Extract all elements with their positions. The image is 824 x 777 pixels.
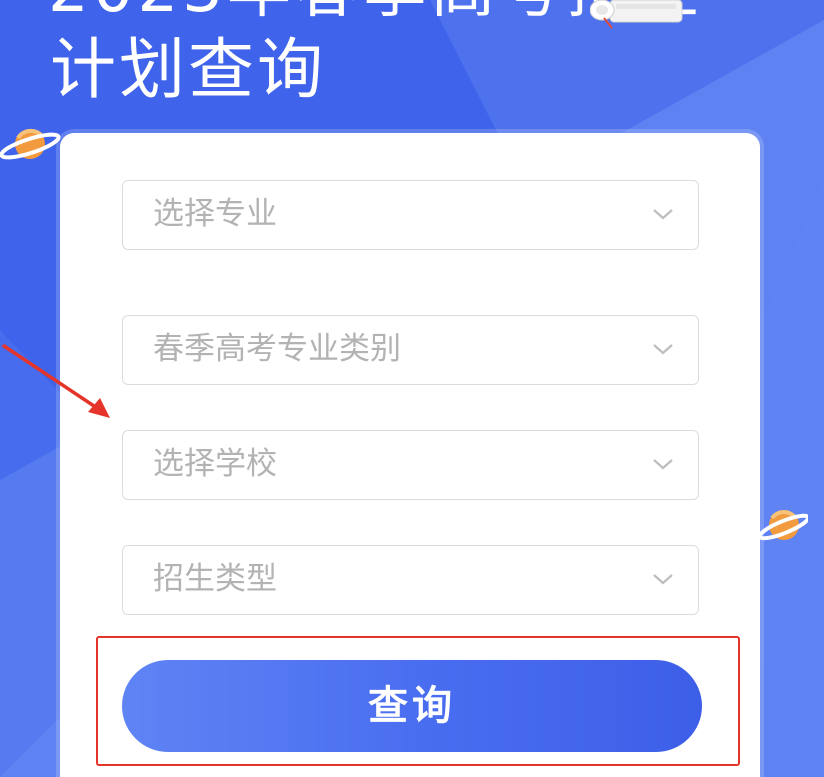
books-icon	[590, 0, 683, 29]
query-button-label: 查询	[368, 683, 456, 729]
major-select[interactable]: 选择专业	[122, 180, 699, 250]
category-select-placeholder: 春季高考专业类别	[153, 331, 401, 367]
major-select-placeholder: 选择专业	[153, 196, 277, 232]
chevron-down-icon	[653, 209, 673, 220]
query-button[interactable]: 查询	[122, 660, 702, 752]
category-select[interactable]: 春季高考专业类别	[122, 315, 699, 385]
planet-icon	[758, 510, 808, 541]
school-select[interactable]: 选择学校	[122, 430, 699, 500]
enroll-type-select[interactable]: 招生类型	[122, 545, 699, 615]
planet-icon	[0, 128, 61, 160]
school-select-placeholder: 选择学校	[153, 446, 277, 482]
chevron-down-icon	[653, 459, 673, 470]
enroll-type-select-placeholder: 招生类型	[153, 561, 277, 597]
chevron-down-icon	[653, 344, 673, 355]
chevron-down-icon	[653, 574, 673, 585]
annotation-arrow-icon	[2, 344, 110, 418]
page: 2023年春季高考招生 计划查询 选择专业 春季高考专业类别	[0, 0, 824, 777]
page-title: 计划查询	[50, 31, 326, 108]
